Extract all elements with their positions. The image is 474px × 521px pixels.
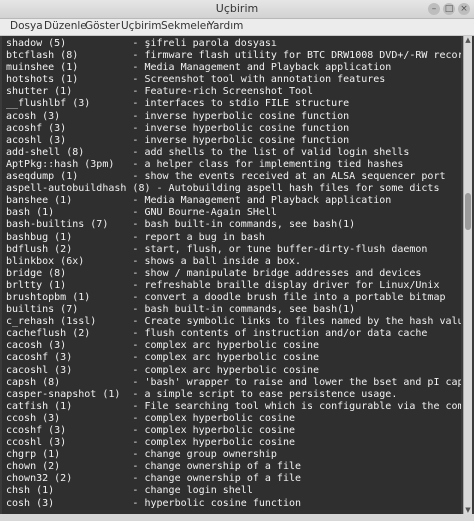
terminal-line: cosh (3) - hyperbolic cosine function [6,497,302,509]
terminal-line: cacoshf (3) - complex arc hyperbolic cos… [6,352,320,364]
terminal-line: shutter (1) - Feature-rich Screenshot To… [6,86,314,98]
terminal-line: hotshots (1) - Screenshot tool with anno… [6,74,386,86]
title-bar: Uçbirim – □ × [0,0,474,19]
terminal-line: ccosh (3) - complex hyperbolic cosine [6,412,295,424]
terminal-line: bdflush (2) - start, flush, or tune buff… [6,243,428,255]
window-title: Uçbirim [215,2,259,15]
terminal-line: ccoshf (3) - complex hyperbolic cosine [6,425,295,436]
menu-ucbirim[interactable]: Uçbirim [121,20,162,32]
terminal-line: AptPkg::hash (3pm) - a helper class for … [6,158,404,170]
terminal-line: ccoshl (3) - complex hyperbolic cosine [6,437,295,449]
terminal-line: bridge (8) - show / manipulate bridge ad… [6,267,422,279]
terminal-line: acoshf (3) - inverse hyperbolic cosine f… [6,122,350,134]
window-bottom-edge [0,514,474,521]
minimize-icon[interactable]: – [428,3,440,15]
scroll-up-icon[interactable]: ▲ [464,36,472,44]
menu-duzenle[interactable]: Düzenle [44,20,87,32]
terminal-line: chown (2) - change ownership of a file [6,461,302,473]
terminal-line: capsh (8) - 'bash' wrapper to raise and … [6,376,461,388]
terminal-line: aspell-autobuildhash (8) - Autobuilding … [6,183,440,195]
close-icon[interactable]: × [458,3,470,15]
menu-yardim[interactable]: Yardım [208,20,243,32]
terminal-line: chgrp (1) - change group ownership [6,449,277,461]
terminal-line: catfish (1) - File searching tool which … [6,400,461,412]
terminal-line: acosh (3) - inverse hyperbolic cosine fu… [6,110,350,122]
terminal-area[interactable]: shadow (5) - şifreli parola dosyası btcfl… [2,36,461,514]
terminal-line: c_rehash (1ssl) - Create symbolic links … [6,316,461,328]
menu-dosya[interactable]: Dosya [10,20,43,32]
terminal-line: shadow (5) - şifreli parola dosyası [6,38,277,49]
terminal-output: shadow (5) - şifreli parola dosyası btcfl… [6,38,461,510]
terminal-line: add-shell (8) - add shells to the list o… [6,146,410,158]
terminal-line: muinshee (1) - Media Management and Play… [6,62,392,74]
terminal-line: banshee (1) - Media Management and Playb… [6,195,392,207]
scroll-down-icon[interactable]: ▼ [464,506,472,514]
terminal-line: builtins (7) - bash built-in commands, s… [6,304,356,316]
menu-goster[interactable]: Göster [85,20,120,32]
scroll-thumb[interactable] [465,193,471,230]
terminal-line: bash (1) - GNU Bourne-Again SHell [6,207,277,219]
terminal-line: cacosh (3) - complex arc hyperbolic cosi… [6,340,320,352]
terminal-line: chsh (1) - change login shell [6,485,253,497]
terminal-line: blinkbox (6x) - shows a ball inside a bo… [6,255,302,267]
terminal-line: brushtopbm (1) - convert a doodle brush … [6,291,446,303]
terminal-line: chown32 (2) - change ownership of a file [6,473,302,485]
terminal-line: aseqdump (1) - show the events received … [6,171,446,183]
menu-bar: Dosya Düzenle Göster Uçbirim Sekmeler Ya… [0,19,474,36]
vertical-scrollbar[interactable]: ▲ ▼ [463,36,472,514]
terminal-line: bash-builtins (7) - bash built-in comman… [6,219,356,231]
terminal-line: casper-snapshot (1) - a simple script to… [6,388,398,400]
terminal-line: acoshl (3) - inverse hyperbolic cosine f… [6,134,350,146]
terminal-line: cacoshl (3) - complex arc hyperbolic cos… [6,364,320,376]
terminal-line: cacheflush (2) - flush contents of instr… [6,328,428,340]
terminal-line: __flushlbf (3) - interfaces to stdio FIL… [6,98,350,110]
terminal-line: btcflash (8) - firmware flash utility fo… [6,50,461,62]
terminal-line: bashbug (1) - report a bug in bash [6,231,265,243]
menu-sekmeler[interactable]: Sekmeler [161,20,211,32]
maximize-icon[interactable]: □ [443,3,455,15]
terminal-line: brltty (1) - refreshable braille display… [6,279,440,291]
